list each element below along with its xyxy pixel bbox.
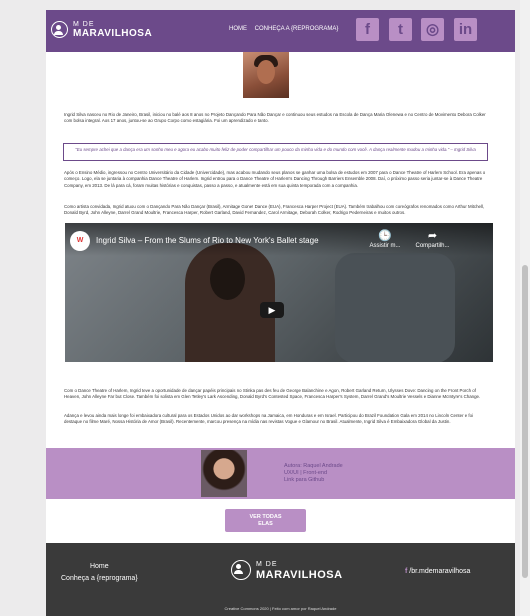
woman-silhouette-icon <box>51 20 68 38</box>
footer-instagram-link[interactable]: f /br.mdemaravilhosa <box>405 568 470 575</box>
linkedin-icon[interactable]: in <box>454 18 477 41</box>
author-avatar <box>201 450 247 497</box>
clock-icon: 🕒 <box>378 230 392 242</box>
footer-home-link[interactable]: Home <box>61 561 138 573</box>
see-all-button[interactable]: VER TODAS ELAS <box>225 509 306 532</box>
article-paragraph-4: Com o Dance Theatre of Harlem, Ingrid te… <box>64 388 481 400</box>
article-paragraph-3: Como artista convidada, Ingrid atuou com… <box>64 204 485 216</box>
article-intro: Ingrid Silva nasceu no Rio de Janeiro, B… <box>64 112 486 124</box>
nav-conheca-reprograma[interactable]: CONHEÇA A {REPROGRAMA} <box>255 26 339 32</box>
footer-logo-big: MARAVILHOSA <box>256 569 343 581</box>
twitter-icon[interactable]: t <box>389 18 412 41</box>
instagram-icon[interactable]: ◎ <box>421 18 444 41</box>
nav-home[interactable]: HOME <box>229 26 247 32</box>
article-quote: "Eu sempre achei que a dança era um sonh… <box>63 143 488 161</box>
share-button[interactable]: ➦ Compartilh... <box>410 229 455 249</box>
scrollbar-thumb[interactable] <box>522 265 528 578</box>
author-section: Autora: Raquel Andrade UX/UI | Front-end… <box>46 448 515 499</box>
github-link[interactable]: Link para Github <box>284 477 343 484</box>
footer-logo[interactable]: M DE MARAVILHOSA <box>231 560 343 581</box>
footer-reprograma-link[interactable]: Conheça a {reprograma} <box>61 573 138 585</box>
logo-big-text: MARAVILHOSA <box>73 28 153 39</box>
main-nav: HOME CONHEÇA A {REPROGRAMA} <box>229 26 344 32</box>
footer-copyright: Creative Commons 2020 | Feito com amor p… <box>224 606 337 611</box>
play-icon: ▶ <box>268 305 276 315</box>
watch-later-button[interactable]: 🕒 Assistir m... <box>365 229 405 249</box>
play-button[interactable]: ▶ <box>260 302 284 318</box>
share-label: Compartilh... <box>415 243 450 249</box>
footer: Home Conheça a {reprograma} M DE MARAVIL… <box>46 543 515 616</box>
footer-instagram-handle: /br.mdemaravilhosa <box>409 568 471 575</box>
facebook-icon[interactable]: f <box>356 18 379 41</box>
channel-avatar-icon[interactable]: W <box>70 231 90 251</box>
instagram-icon: f <box>405 568 408 575</box>
share-icon: ➦ <box>427 230 438 242</box>
profile-portrait <box>243 52 289 98</box>
youtube-video-player[interactable]: W Ingrid Silva – From the Slums of Rio t… <box>65 223 493 362</box>
article-paragraph-5: Adança e levou ainda mais longe foi emba… <box>64 413 474 425</box>
woman-silhouette-icon <box>231 560 251 580</box>
header: M DE MARAVILHOSA HOME CONHEÇA A {REPROGR… <box>46 10 515 52</box>
page: M DE MARAVILHOSA HOME CONHEÇA A {REPROGR… <box>46 10 515 616</box>
article-paragraph-2: Após o Ensino Médio, ingressou no Centro… <box>64 170 486 188</box>
watch-later-label: Assistir m... <box>369 243 401 249</box>
author-role: UX/UI | Front-end <box>284 470 327 476</box>
video-title[interactable]: Ingrid Silva – From the Slums of Rio to … <box>96 236 319 245</box>
site-logo[interactable]: M DE MARAVILHOSA <box>51 20 153 39</box>
author-name: Autora: Raquel Andrade <box>284 463 343 469</box>
